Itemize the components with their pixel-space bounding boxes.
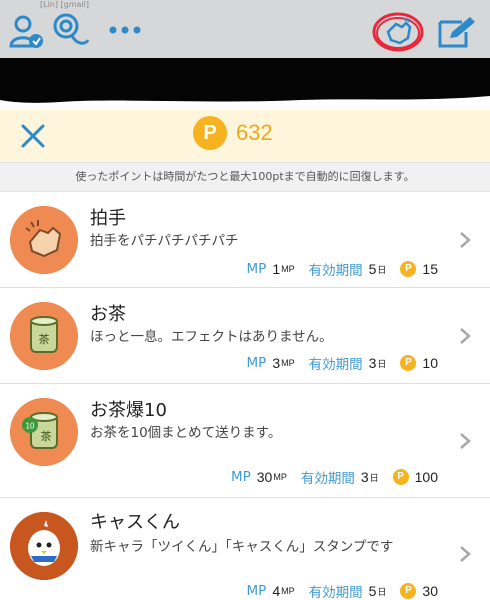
redaction-mark bbox=[0, 58, 490, 103]
list-item[interactable]: 拍手 拍手をパチパチパチパチ MP 1 MP 有効期間 5 日 P 15 bbox=[0, 192, 490, 288]
list-item[interactable]: キャスくん 新キャラ「ツイくん」「キャスくん」スタンプです MP 4 MP 有効… bbox=[0, 498, 490, 600]
period-label: 有効期間 bbox=[308, 357, 363, 373]
clap-icon[interactable] bbox=[372, 12, 424, 52]
item-title: 拍手 bbox=[90, 208, 126, 229]
mp-unit: MP bbox=[281, 358, 295, 368]
cost-value: 10 bbox=[422, 355, 438, 371]
period-label: 有効期間 bbox=[300, 471, 355, 487]
mp-label: MP bbox=[246, 583, 267, 599]
tea-cup-icon: 茶 bbox=[10, 302, 78, 370]
points-value: 632 bbox=[236, 120, 273, 145]
cost-value: 30 bbox=[422, 583, 438, 599]
period-label: 有効期間 bbox=[308, 263, 363, 279]
mp-unit: MP bbox=[281, 264, 295, 274]
mp-label: MP bbox=[246, 355, 267, 371]
clap-hands-icon bbox=[10, 206, 78, 274]
chevron-right-icon bbox=[460, 433, 471, 449]
cost-value: 15 bbox=[422, 261, 438, 277]
close-icon[interactable] bbox=[18, 121, 48, 151]
mp-value: 30 bbox=[256, 469, 273, 485]
mp-unit: MP bbox=[281, 586, 295, 596]
chevron-right-icon bbox=[460, 546, 471, 562]
chevron-right-icon bbox=[460, 232, 471, 248]
coin-icon: P bbox=[400, 583, 417, 599]
item-meta: MP 4 MP 有効期間 5 日 P 30 bbox=[247, 581, 438, 600]
item-meta: MP 3 MP 有効期間 3 日 P 10 bbox=[247, 353, 438, 373]
coin-icon: P bbox=[400, 261, 417, 277]
period-unit: 日 bbox=[369, 472, 379, 483]
list-item[interactable]: 茶 お茶 ほっと一息。エフェクトはありません。 MP 3 MP 有効期間 3 日… bbox=[0, 288, 490, 384]
recovery-notice: 使ったポイントは時間がたつと最大100ptまで自動的に回復します。 bbox=[0, 162, 490, 192]
item-description: 拍手をパチパチパチパチ bbox=[90, 233, 239, 249]
tea-badge-count: 10 bbox=[26, 422, 35, 431]
user-icon[interactable] bbox=[8, 13, 46, 51]
mp-unit: MP bbox=[273, 472, 287, 482]
list-item[interactable]: 茶 10 お茶爆10 お茶を10個まとめて送ります。 MP 30 MP 有効期間… bbox=[0, 384, 490, 498]
period-value: 5 bbox=[368, 261, 377, 277]
svg-text:茶: 茶 bbox=[41, 430, 52, 443]
period-value: 3 bbox=[360, 469, 369, 485]
phone-icon[interactable] bbox=[50, 10, 92, 50]
item-meta: MP 1 MP 有効期間 5 日 P 15 bbox=[247, 259, 438, 279]
item-title: お茶 bbox=[90, 304, 126, 325]
period-value: 3 bbox=[368, 355, 377, 371]
period-label: 有効期間 bbox=[308, 585, 363, 600]
period-unit: 日 bbox=[377, 358, 387, 369]
mp-label: MP bbox=[230, 469, 251, 485]
item-description: お茶を10個まとめて送ります。 bbox=[90, 425, 282, 441]
item-meta: MP 30 MP 有効期間 3 日 P 100 bbox=[231, 467, 438, 487]
more-icon[interactable] bbox=[108, 22, 144, 38]
item-description: 新キャラ「ツイくん」「キャスくん」スタンプです bbox=[90, 539, 394, 555]
item-title: お茶爆10 bbox=[90, 400, 167, 421]
points-coin-icon: P bbox=[193, 116, 227, 150]
coin-icon: P bbox=[400, 355, 417, 371]
tea-bomb-icon: 茶 10 bbox=[10, 398, 78, 466]
coin-icon: P bbox=[392, 469, 409, 485]
mp-value: 4 bbox=[272, 583, 281, 599]
period-unit: 日 bbox=[377, 586, 387, 597]
item-description: ほっと一息。エフェクトはありません。 bbox=[90, 329, 333, 345]
compose-icon[interactable] bbox=[436, 14, 478, 50]
status-text: [Lin] [gmail] bbox=[40, 0, 89, 9]
period-unit: 日 bbox=[377, 264, 387, 275]
period-value: 5 bbox=[368, 583, 377, 599]
mp-value: 1 bbox=[272, 261, 281, 277]
top-bar: [Lin] [gmail] bbox=[0, 0, 490, 64]
mp-value: 3 bbox=[272, 355, 281, 371]
svg-text:茶: 茶 bbox=[39, 333, 50, 346]
item-title: キャスくん bbox=[90, 512, 180, 533]
mp-label: MP bbox=[246, 261, 267, 277]
chevron-right-icon bbox=[460, 328, 471, 344]
cost-value: 100 bbox=[414, 469, 438, 485]
cas-kun-mascot-icon bbox=[10, 512, 78, 580]
